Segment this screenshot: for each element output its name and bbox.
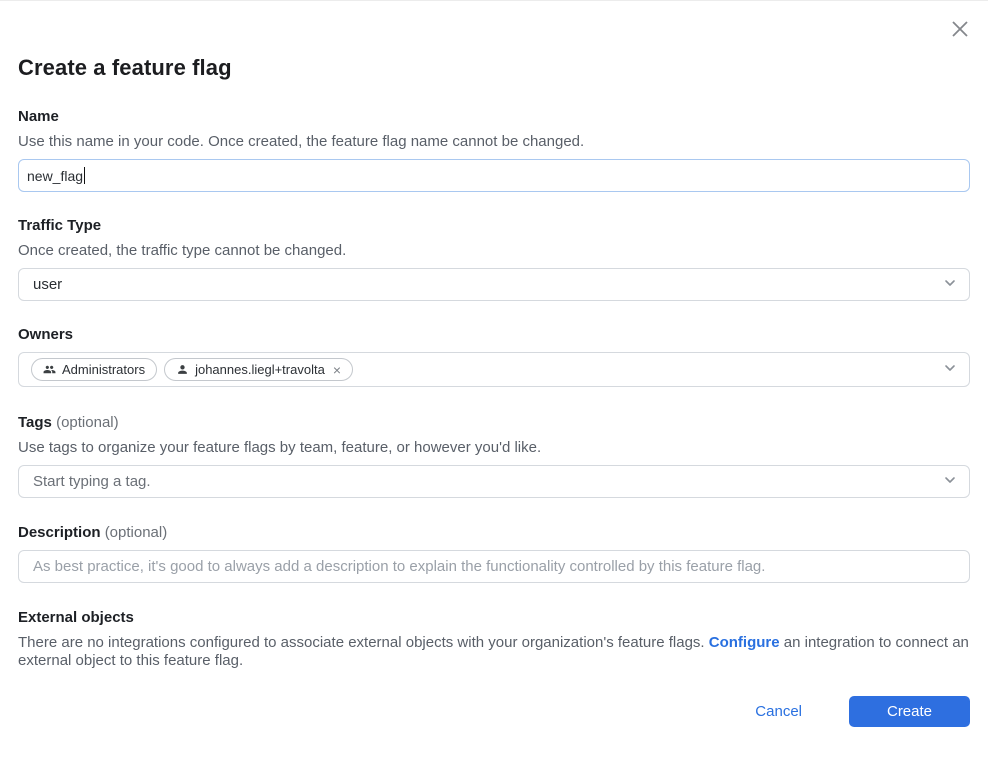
external-objects-label: External objects [18,609,970,626]
remove-owner-icon[interactable]: × [331,363,341,377]
description-optional-text: (optional) [105,524,168,541]
external-objects-section: External objects There are no integratio… [18,609,970,670]
description-label-text: Description [18,524,101,541]
traffic-type-section: Traffic Type Once created, the traffic t… [18,217,970,301]
traffic-type-select[interactable]: user [18,268,970,301]
description-input[interactable] [18,550,970,583]
name-input-value: new_flag [27,168,83,184]
chevron-down-icon [943,361,957,378]
chevron-down-icon [943,276,957,293]
traffic-type-value: user [33,276,62,293]
modal-title: Create a feature flag [18,1,970,81]
description-section: Description (optional) [18,524,970,583]
external-objects-text: There are no integrations configured to … [18,634,970,670]
owner-chip-label: johannes.liegl+travolta [195,362,325,377]
create-feature-flag-modal: Create a feature flag Name Use this name… [0,1,988,763]
tags-label: Tags (optional) [18,414,970,431]
owner-chip-user[interactable]: johannes.liegl+travolta × [164,358,353,381]
name-input[interactable]: new_flag [18,159,970,192]
traffic-type-label: Traffic Type [18,217,970,234]
create-button[interactable]: Create [849,696,970,727]
name-section: Name Use this name in your code. Once cr… [18,108,970,192]
tags-section: Tags (optional) Use tags to organize you… [18,414,970,498]
owners-label: Owners [18,326,970,343]
owners-section: Owners Administrators johannes.liegl+tra… [18,326,970,387]
close-icon [950,19,970,39]
tags-placeholder: Start typing a tag. [33,473,151,490]
tags-optional-text: (optional) [56,414,119,431]
person-icon [176,363,189,376]
external-objects-text-before: There are no integrations configured to … [18,634,709,651]
owner-chip-administrators[interactable]: Administrators [31,358,157,381]
description-label: Description (optional) [18,524,970,541]
text-cursor [84,167,85,184]
traffic-type-helper-text: Once created, the traffic type cannot be… [18,242,970,259]
name-label: Name [18,108,970,125]
owner-chip-label: Administrators [62,362,145,377]
tags-helper-text: Use tags to organize your feature flags … [18,439,970,456]
configure-link[interactable]: Configure [709,634,780,651]
tags-label-text: Tags [18,414,52,431]
modal-footer: Cancel Create [755,696,970,727]
close-button[interactable] [948,17,972,41]
tags-select[interactable]: Start typing a tag. [18,465,970,498]
name-helper-text: Use this name in your code. Once created… [18,133,970,150]
owners-select[interactable]: Administrators johannes.liegl+travolta × [18,352,970,387]
chevron-down-icon [943,473,957,490]
owners-chip-list: Administrators johannes.liegl+travolta × [31,358,353,381]
group-icon [43,363,56,376]
cancel-button[interactable]: Cancel [755,703,802,720]
